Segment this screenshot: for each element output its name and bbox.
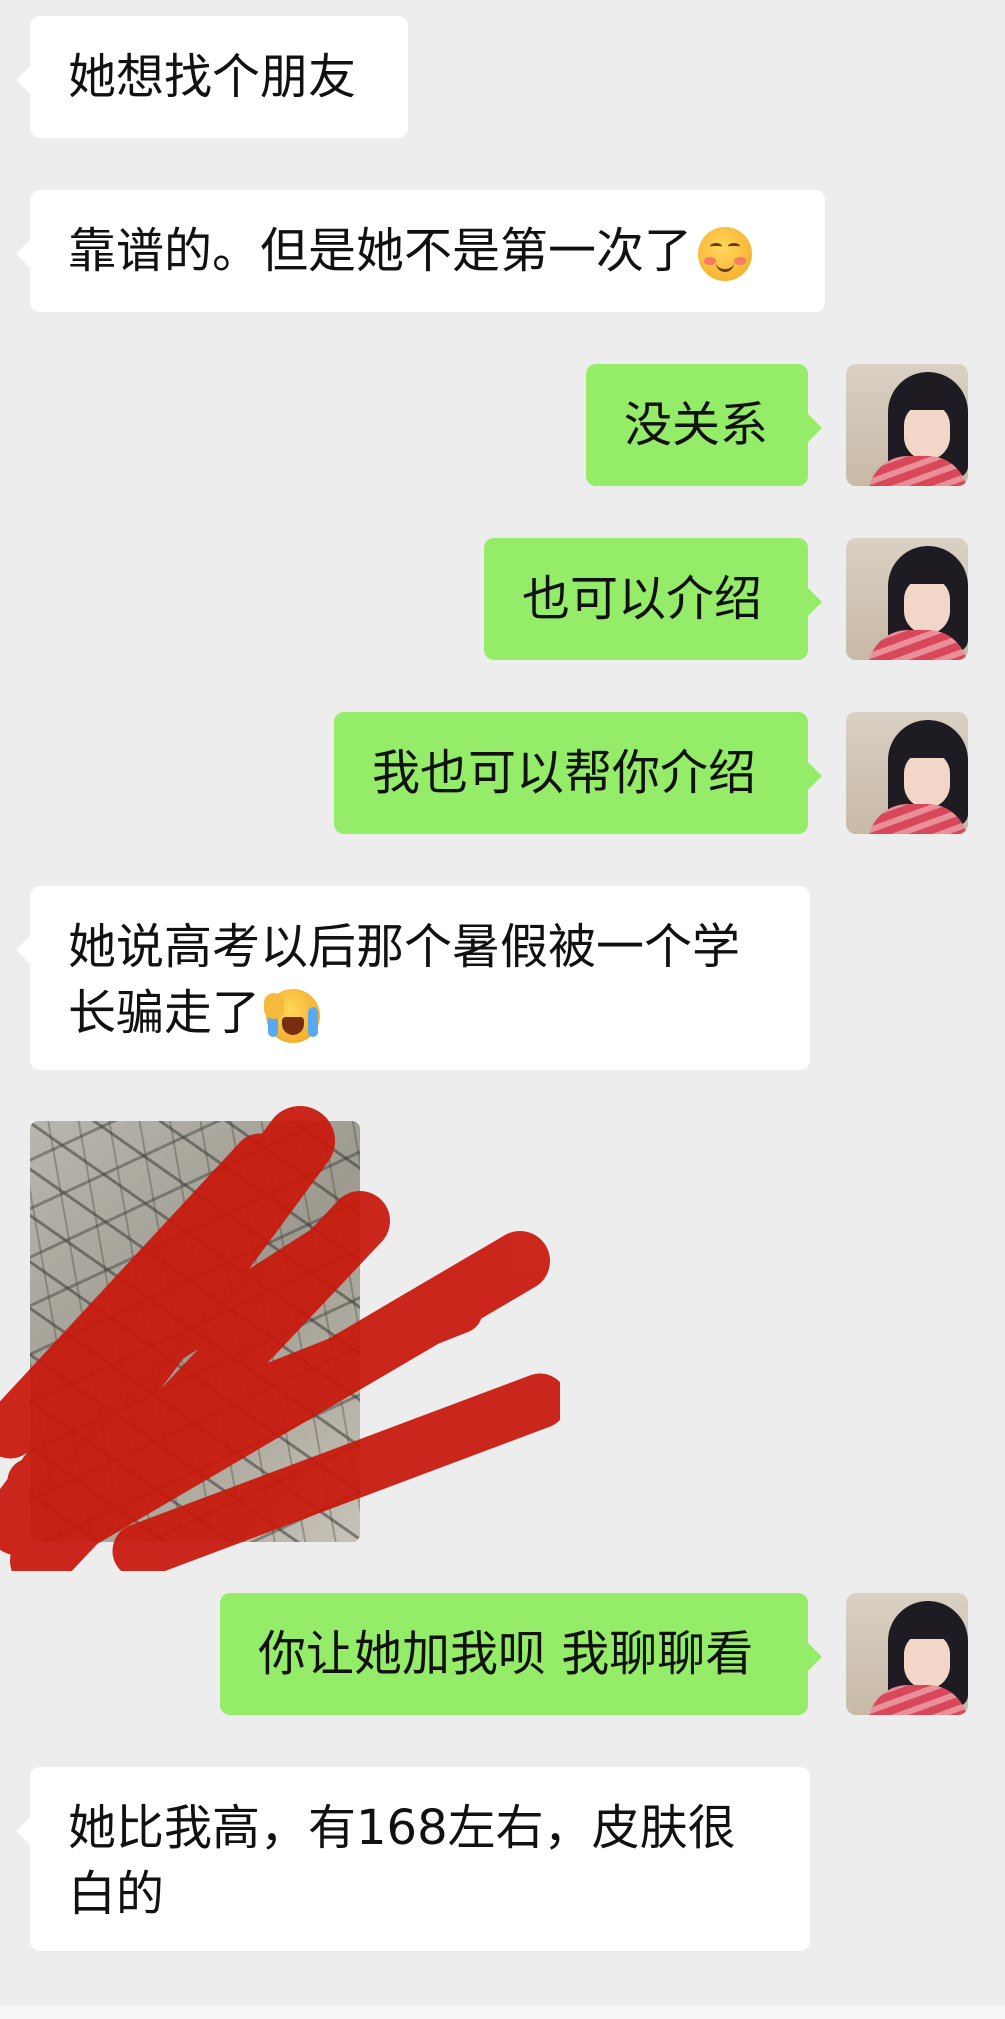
avatar[interactable] — [846, 712, 968, 834]
blush-smile-emoji-icon — [698, 227, 753, 281]
message-text: 她说高考以后那个暑假被一个学长骗走了 — [68, 919, 741, 1041]
message-text: 靠谱的。但是她不是第一次了 — [68, 223, 693, 279]
avatar[interactable] — [846, 364, 968, 486]
message-bubble-outgoing[interactable]: 没关系 — [586, 364, 822, 486]
message-text: 她想找个朋友 — [68, 49, 357, 105]
bottom-edge — [0, 2005, 1005, 2019]
message-bubble-outgoing[interactable]: 也可以介绍 — [484, 538, 822, 660]
message-bubble-incoming[interactable]: 靠谱的。但是她不是第一次了 — [16, 190, 825, 312]
message-text: 她比我高，有168左右，皮肤很白的 — [68, 1800, 736, 1922]
image-message[interactable] — [0, 1106, 560, 1571]
message-bubble-outgoing[interactable]: 你让她加我呗 我聊聊看 — [220, 1593, 822, 1715]
message-bubble-incoming[interactable]: 她比我高，有168左右，皮肤很白的 — [16, 1767, 810, 1951]
avatar[interactable] — [846, 538, 968, 660]
message-bubble-outgoing[interactable]: 我也可以帮你介绍 — [334, 712, 822, 834]
message-text: 也可以介绍 — [522, 571, 763, 627]
message-bubble-incoming[interactable]: 她说高考以后那个暑假被一个学长骗走了 — [16, 886, 810, 1070]
red-scribble-redaction — [0, 1106, 560, 1571]
message-text: 你让她加我呗 我聊聊看 — [258, 1626, 754, 1682]
avatar[interactable] — [846, 1593, 968, 1715]
message-text: 我也可以帮你介绍 — [372, 745, 757, 801]
laugh-cry-emoji-icon — [264, 989, 321, 1043]
message-bubble-incoming[interactable]: 她想找个朋友 — [16, 16, 408, 138]
message-text: 没关系 — [624, 397, 769, 453]
